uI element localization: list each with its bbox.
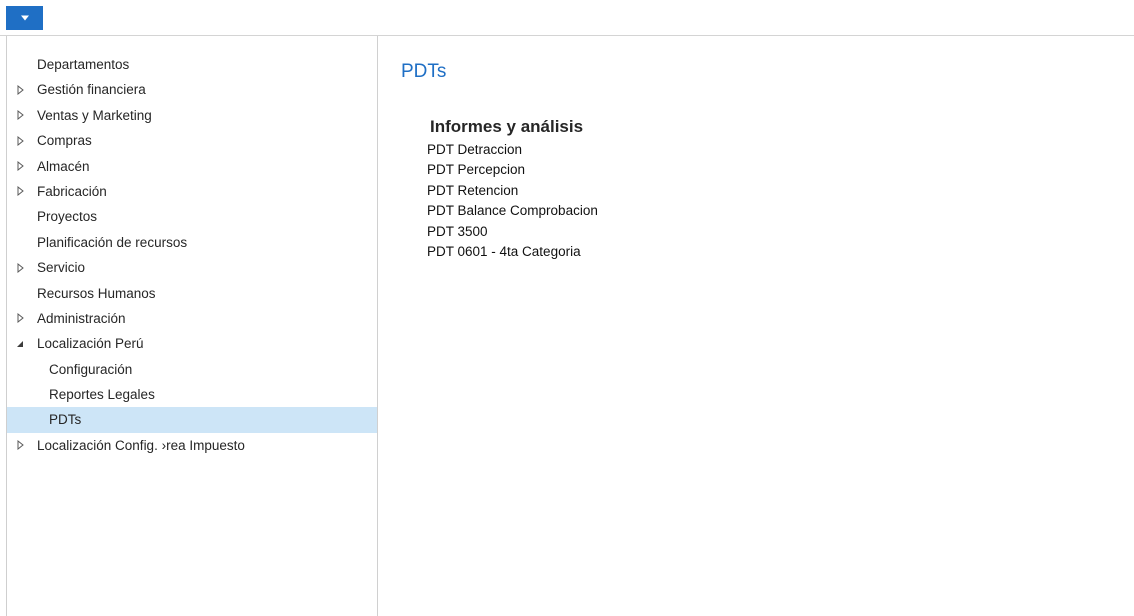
report-link[interactable]: PDT Percepcion	[427, 160, 598, 180]
top-bar	[0, 0, 1134, 36]
collapse-icon[interactable]	[15, 331, 25, 356]
sidebar-item-label: Localización Perú	[37, 336, 144, 352]
sidebar-item-label: Configuración	[49, 361, 133, 377]
sidebar-item-label: Gestión financiera	[37, 82, 146, 98]
report-link[interactable]: PDT Retencion	[427, 181, 598, 201]
sidebar-item[interactable]: Gestión financiera	[7, 77, 377, 102]
expand-icon[interactable]	[15, 103, 25, 128]
expand-icon[interactable]	[15, 128, 25, 153]
sidebar-item-label: Planificación de recursos	[37, 234, 188, 250]
content-area: PDTs Informes y análisis PDT Detraccion P…	[378, 36, 1134, 616]
expand-icon[interactable]	[15, 433, 25, 458]
sidebar-item-label: Localización Config. ›rea Impuesto	[37, 437, 245, 453]
expand-icon[interactable]	[15, 306, 25, 331]
sidebar-item[interactable]: Localización Perú	[7, 331, 377, 356]
sidebar-item-label: Reportes Legales	[49, 387, 155, 403]
sidebar-item-label: Proyectos	[37, 209, 98, 225]
expand-icon[interactable]	[15, 255, 25, 280]
app-frame: Departamentos Gestión financiera Ventas y …	[6, 36, 1134, 616]
report-link[interactable]: PDT Balance Comprobacion	[427, 201, 598, 221]
section-heading: Informes y análisis	[430, 117, 584, 136]
expand-icon[interactable]	[15, 154, 25, 179]
sidebar-item[interactable]: Ventas y Marketing	[7, 103, 377, 128]
sidebar-item[interactable]: Proyectos	[7, 204, 377, 229]
sidebar-item[interactable]: Configuración	[7, 357, 377, 382]
report-link[interactable]: PDT 0601 - 4ta Categoria	[427, 242, 598, 262]
sidebar-item[interactable]: Localización Config. ›rea Impuesto	[7, 433, 377, 458]
sidebar-item-label: Almacén	[37, 158, 90, 174]
page-title: PDTs	[401, 61, 447, 82]
sidebar-item[interactable]: Almacén	[7, 154, 377, 179]
navigation-menu-button[interactable]	[6, 6, 43, 30]
sidebar-item[interactable]: Fabricación	[7, 179, 377, 204]
sidebar-item[interactable]: Administración	[7, 306, 377, 331]
sidebar-item-label: Fabricación	[37, 183, 107, 199]
expand-icon[interactable]	[15, 77, 25, 102]
sidebar-item[interactable]: Planificación de recursos	[7, 230, 377, 255]
sidebar-item[interactable]: PDTs	[7, 407, 377, 433]
sidebar-item-label: Servicio	[37, 260, 86, 276]
expand-icon[interactable]	[15, 179, 25, 204]
report-link[interactable]: PDT Detraccion	[427, 140, 598, 160]
sidebar-item-label: Ventas y Marketing	[37, 107, 152, 123]
sidebar-item[interactable]: Compras	[7, 128, 377, 153]
sidebar-item[interactable]: Reportes Legales	[7, 382, 377, 407]
sidebar-item-label: Administración	[37, 310, 126, 326]
sidebar-item-label: Compras	[37, 133, 92, 149]
sidebar-item[interactable]: Recursos Humanos	[7, 281, 377, 306]
sidebar-item-label: PDTs	[49, 412, 82, 428]
navigation-tree: Departamentos Gestión financiera Ventas y …	[7, 36, 377, 458]
report-links: PDT Detraccion PDT Percepcion PDT Retencio…	[427, 140, 598, 262]
navigation-pane: Departamentos Gestión financiera Ventas y …	[7, 36, 378, 616]
sidebar-item[interactable]: Servicio	[7, 255, 377, 280]
sidebar-item-label: Recursos Humanos	[37, 285, 156, 301]
sidebar-item-label: Departamentos	[37, 57, 130, 72]
sidebar-item[interactable]: Departamentos	[7, 52, 377, 77]
report-link[interactable]: PDT 3500	[427, 222, 598, 242]
chevron-down-icon	[20, 15, 29, 21]
